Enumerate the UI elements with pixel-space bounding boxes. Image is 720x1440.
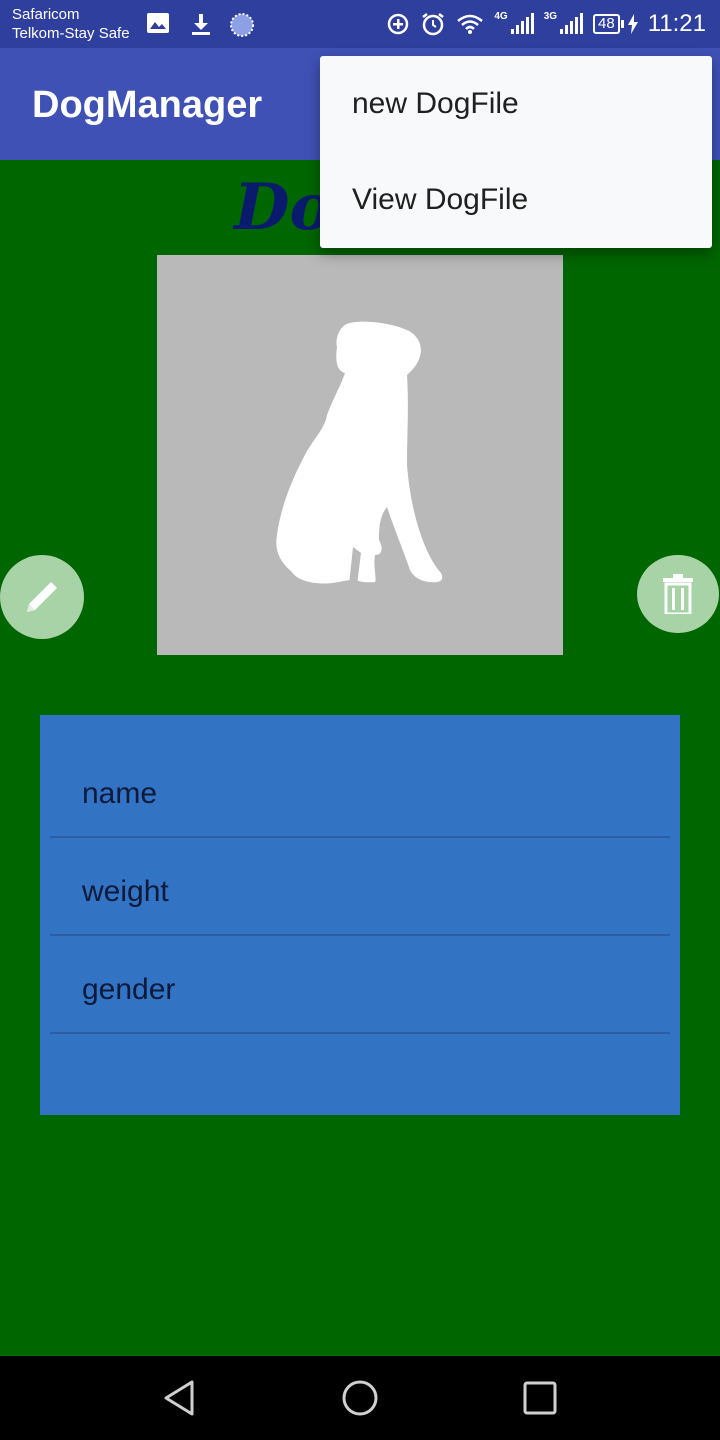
detail-row-weight[interactable]: weight [50,838,670,936]
home-circle-icon[interactable] [338,1376,382,1420]
status-icons: 4G 3G 48 11:21 [386,0,706,48]
charging-icon [627,14,638,34]
detail-label: name [82,777,158,810]
battery-level: 48 [593,14,620,34]
carrier-primary: Safaricom [12,6,80,23]
alarm-icon [422,13,445,36]
trash-icon [663,574,693,614]
carrier-secondary: Telkom-Stay Safe [12,25,130,42]
menu-item-view-dogfile[interactable]: View DogFile [320,152,712,248]
app-title: DogManager [32,84,263,126]
wifi-icon [457,14,484,34]
status-time: 11:21 [647,10,706,37]
carrier-info: Safaricom Telkom-Stay Safe [12,5,130,43]
detail-row-empty[interactable] [50,1034,670,1114]
overflow-menu: new DogFile View DogFile [320,56,712,248]
recent-square-icon[interactable] [518,1376,562,1420]
navigation-bar [0,1356,720,1440]
menu-item-new-dogfile[interactable]: new DogFile [320,56,712,152]
pencil-icon [27,582,57,612]
signal-icon [510,13,534,34]
dog-photo[interactable] [157,255,563,655]
status-bar: Safaricom Telkom-Stay Safe 4G 3G 48 11:2… [0,0,720,48]
network-type-label: 4G [494,10,508,22]
detail-label: gender [82,973,176,1006]
delete-button[interactable] [637,555,719,633]
dog-silhouette-icon [276,321,443,585]
network-type-label: 3G [543,10,558,22]
detail-label: weight [82,875,169,908]
detail-row-name[interactable]: name [50,740,670,838]
download-icon [192,14,210,35]
image-icon [147,13,169,33]
back-triangle-icon[interactable] [158,1376,202,1420]
edit-button[interactable] [0,555,84,639]
detail-row-gender[interactable]: gender [50,936,670,1034]
battery-tip [620,20,624,28]
signal-icon [560,13,584,34]
app-notification-icon [230,13,254,37]
battery-indicator: 48 [593,14,624,34]
data-saver-icon [388,13,409,35]
dog-details-panel: name weight gender [40,715,680,1115]
